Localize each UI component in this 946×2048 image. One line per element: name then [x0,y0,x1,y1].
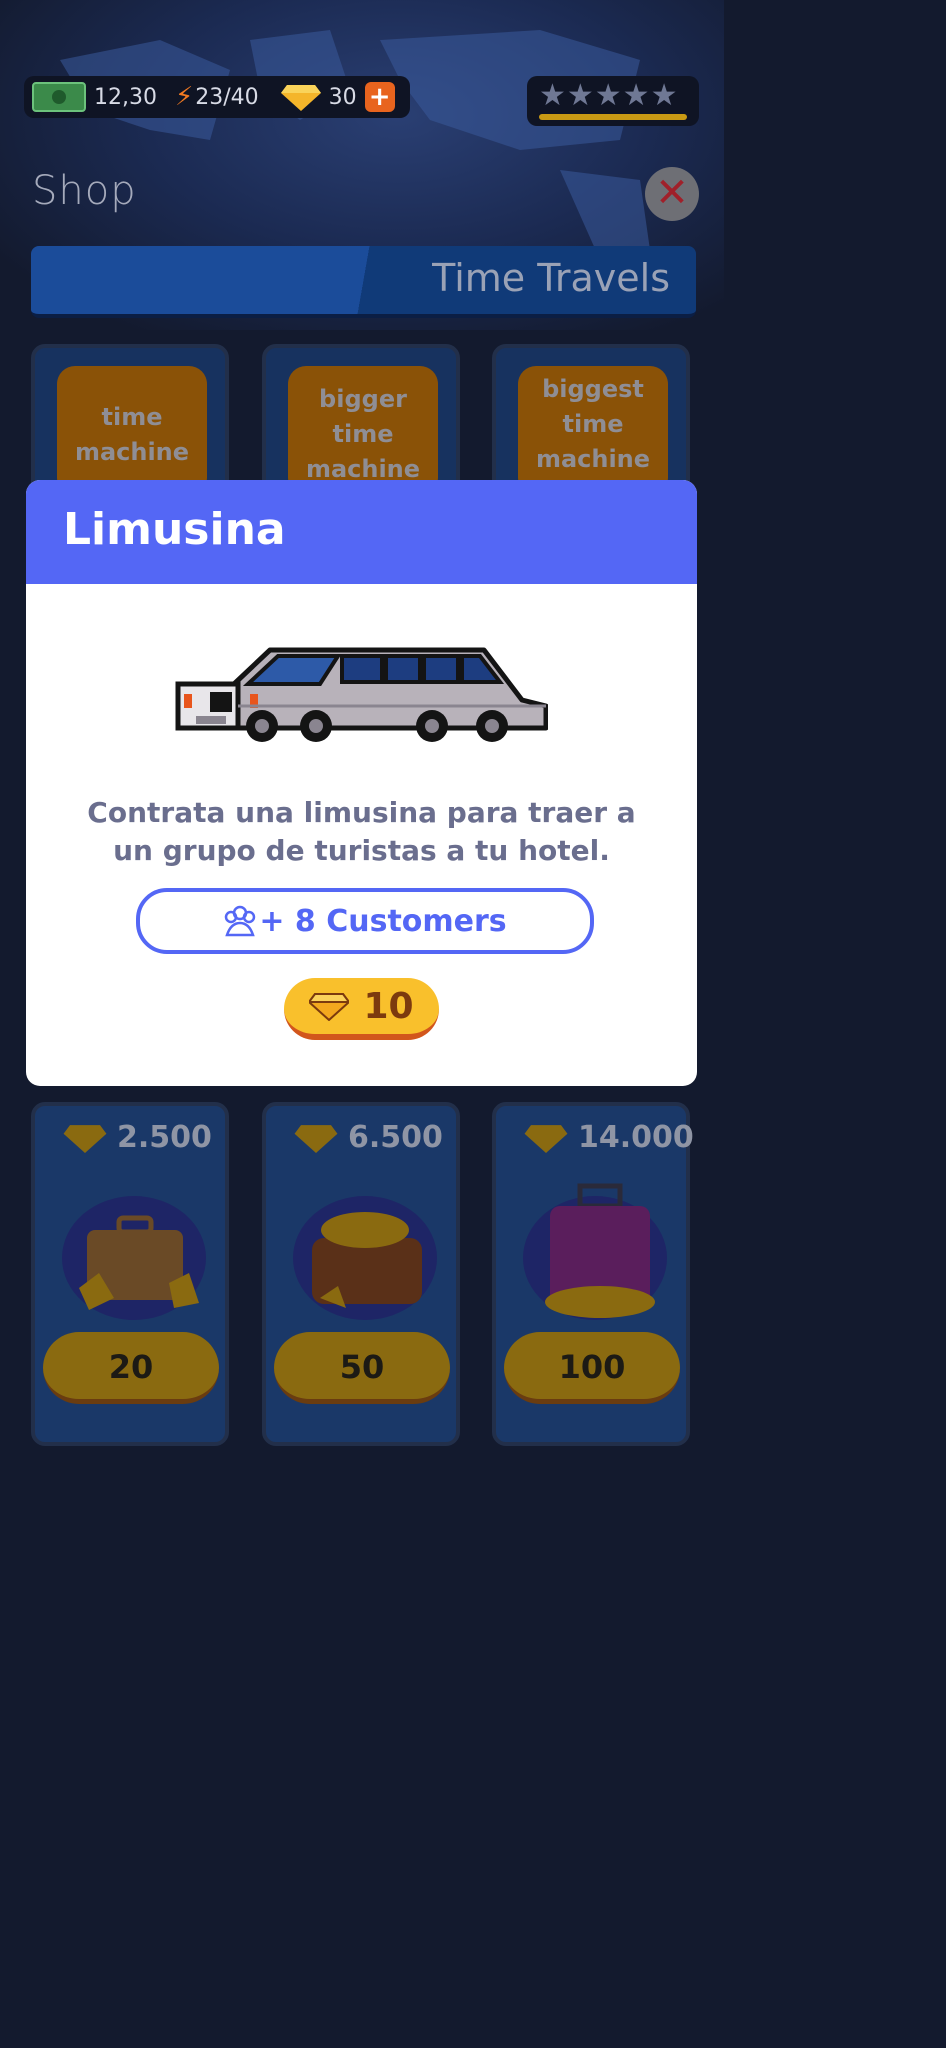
suitcase-with-gems-icon [62,1196,206,1320]
rating-progress-bar [539,114,687,120]
pack-gems-value: 14.000 [578,1120,694,1155]
item-label: time machine [57,366,207,496]
gem-pack-small[interactable]: 2.500 20 [31,1102,229,1446]
page-title: Shop [32,168,137,214]
gem-icon [524,1124,568,1153]
gem-pack-large[interactable]: 14.000 100 [492,1102,694,1446]
gem-icon [63,1124,107,1153]
pack-gems: 6.500 [294,1120,443,1155]
tab-label: Time Travels [432,256,670,300]
cash-value: 12,30 [94,84,157,110]
gem-icon [294,1124,338,1153]
tab-time-travels[interactable]: Time Travels [31,246,696,318]
gems-value: 30 [328,84,357,110]
buy-button[interactable]: 50 [274,1332,450,1404]
cash-icon [32,82,86,112]
buy-button[interactable]: 20 [43,1332,219,1404]
modal-header: Limusina [26,480,697,584]
customers-badge: + 8 Customers [136,888,594,954]
modal-title: Limusina [63,504,286,555]
gem-icon [280,85,321,111]
gem-icon [309,993,350,1021]
gem-pack-medium[interactable]: 6.500 50 [262,1102,460,1446]
energy-value: 23/40 [195,84,259,110]
add-gems-button[interactable]: + [364,82,395,112]
buy-limousine-button[interactable]: 10 [284,978,439,1040]
modal-description: Contrata una limusina para traer a un gr… [87,796,636,867]
pack-gems-value: 2.500 [117,1120,212,1155]
star-rating-icons: ★★★★★ [539,78,679,113]
pack-gems: 14.000 [524,1120,694,1155]
hotel-rating: ★★★★★ [527,76,699,126]
resource-bar: 12,30 ⚡ 23/40 30 + [24,76,410,118]
pack-gems: 2.500 [63,1120,212,1155]
item-label: bigger time machine [288,366,438,496]
item-label: biggest time machine [518,366,668,496]
pack-gems-value: 6.500 [348,1120,443,1155]
bag-with-gems-icon [293,1196,437,1320]
people-group-icon [225,905,256,937]
close-icon: ✕ [655,170,689,216]
trolley-with-gems-icon [523,1183,667,1320]
cost-value: 10 [363,985,414,1027]
limousine-modal: Limusina Contrata una limusina para trae… [26,480,697,1086]
customers-label: + 8 Customers [259,903,507,939]
energy-bolt-icon: ⚡ [174,82,194,112]
buy-button[interactable]: 100 [504,1332,680,1404]
limousine-icon [175,647,548,742]
close-button[interactable]: ✕ [645,167,699,221]
